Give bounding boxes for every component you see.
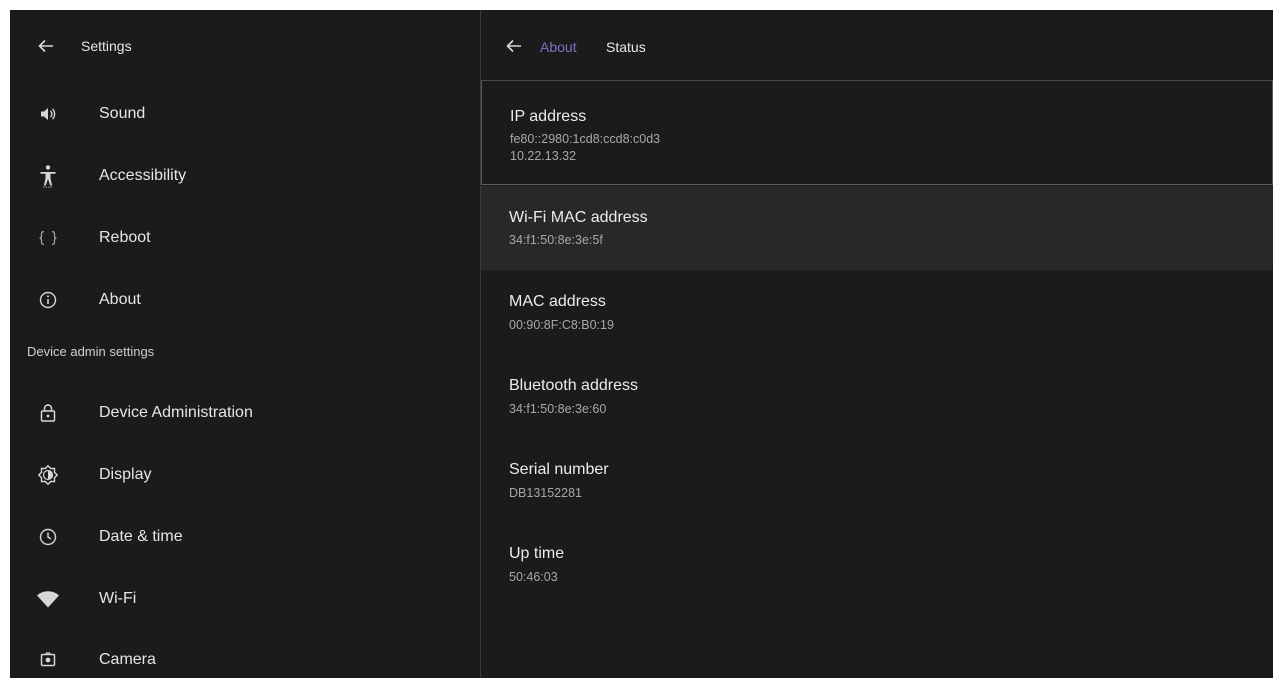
status-item-up-time[interactable]: Up time 50:46:03 <box>481 524 1273 604</box>
status-item-title: Wi-Fi MAC address <box>509 209 648 226</box>
menu-item-camera[interactable]: Camera <box>10 632 480 678</box>
menu-item-device-administration[interactable]: Device Administration <box>10 385 480 441</box>
menu-item-display[interactable]: Display <box>10 447 480 503</box>
breadcrumb-about[interactable]: About <box>540 38 577 56</box>
status-item-value: 50:46:03 <box>509 570 558 584</box>
menu-item-wifi[interactable]: Wi-Fi <box>10 571 480 627</box>
menu-item-date-time[interactable]: Date & time <box>10 509 480 565</box>
status-item-value: 10.22.13.32 <box>510 149 577 163</box>
camera-icon <box>36 648 60 672</box>
menu-item-sound[interactable]: Sound <box>10 86 480 142</box>
menu-item-label: Sound <box>99 105 146 122</box>
breadcrumb-status: Status <box>606 39 646 55</box>
status-item-title: Bluetooth address <box>509 377 638 394</box>
menu-item-reboot[interactable]: Reboot <box>10 210 480 266</box>
settings-window: Settings Sound Accessibility Reboot Abou <box>10 10 1273 678</box>
status-item-title: IP address <box>510 108 587 125</box>
status-item-bluetooth-address[interactable]: Bluetooth address 34:f1:50:8e:3e:60 <box>481 356 1273 436</box>
menu-item-label: Device Administration <box>99 404 253 421</box>
status-item-value: 34:f1:50:8e:3e:5f <box>509 233 603 247</box>
brightness-icon <box>36 463 60 487</box>
menu-item-about[interactable]: About <box>10 272 480 328</box>
speaker-icon <box>36 102 60 126</box>
back-arrow-icon[interactable] <box>37 37 55 55</box>
status-header: About Status <box>481 10 1273 81</box>
menu-item-label: About <box>99 291 141 308</box>
status-item-value: DB13152281 <box>509 486 582 500</box>
settings-title: Settings <box>81 38 132 54</box>
status-item-title: Up time <box>509 545 565 562</box>
status-item-value: 34:f1:50:8e:3e:60 <box>509 402 607 416</box>
status-panel: About Status IP address fe80::2980:1cd8:… <box>481 10 1273 678</box>
menu-item-label: Accessibility <box>99 167 187 184</box>
status-item-title: MAC address <box>509 293 606 310</box>
info-icon <box>36 288 60 312</box>
status-item-value: 00:90:8F:C8:B0:19 <box>509 318 614 332</box>
menu-item-accessibility[interactable]: Accessibility <box>10 148 480 204</box>
wifi-icon <box>36 587 60 611</box>
status-item-serial-number[interactable]: Serial number DB13152281 <box>481 440 1273 520</box>
status-item-value: fe80::2980:1cd8:ccd8:c0d3 <box>510 132 661 146</box>
menu-item-label: Camera <box>99 651 156 668</box>
status-item-mac-address[interactable]: MAC address 00:90:8F:C8:B0:19 <box>481 272 1273 352</box>
status-item-title: Serial number <box>509 461 609 478</box>
clock-icon <box>36 525 60 549</box>
lock-icon <box>36 401 60 425</box>
menu-item-label: Reboot <box>99 229 151 246</box>
status-item-ip-address[interactable]: IP address fe80::2980:1cd8:ccd8:c0d3 10.… <box>481 81 1273 185</box>
menu-item-label: Date & time <box>99 528 183 545</box>
accessibility-icon <box>36 164 60 188</box>
back-arrow-icon[interactable] <box>505 37 523 55</box>
menu-item-label: Wi-Fi <box>99 590 137 607</box>
menu-item-label: Display <box>99 466 152 483</box>
status-item-wifi-mac-address[interactable]: Wi-Fi MAC address 34:f1:50:8e:3e:5f <box>481 186 1273 270</box>
section-label-device-admin: Device admin settings <box>27 344 155 359</box>
settings-sidebar: Settings Sound Accessibility Reboot Abou <box>10 10 481 678</box>
settings-header: Settings <box>10 10 480 82</box>
braces-icon <box>36 226 60 250</box>
